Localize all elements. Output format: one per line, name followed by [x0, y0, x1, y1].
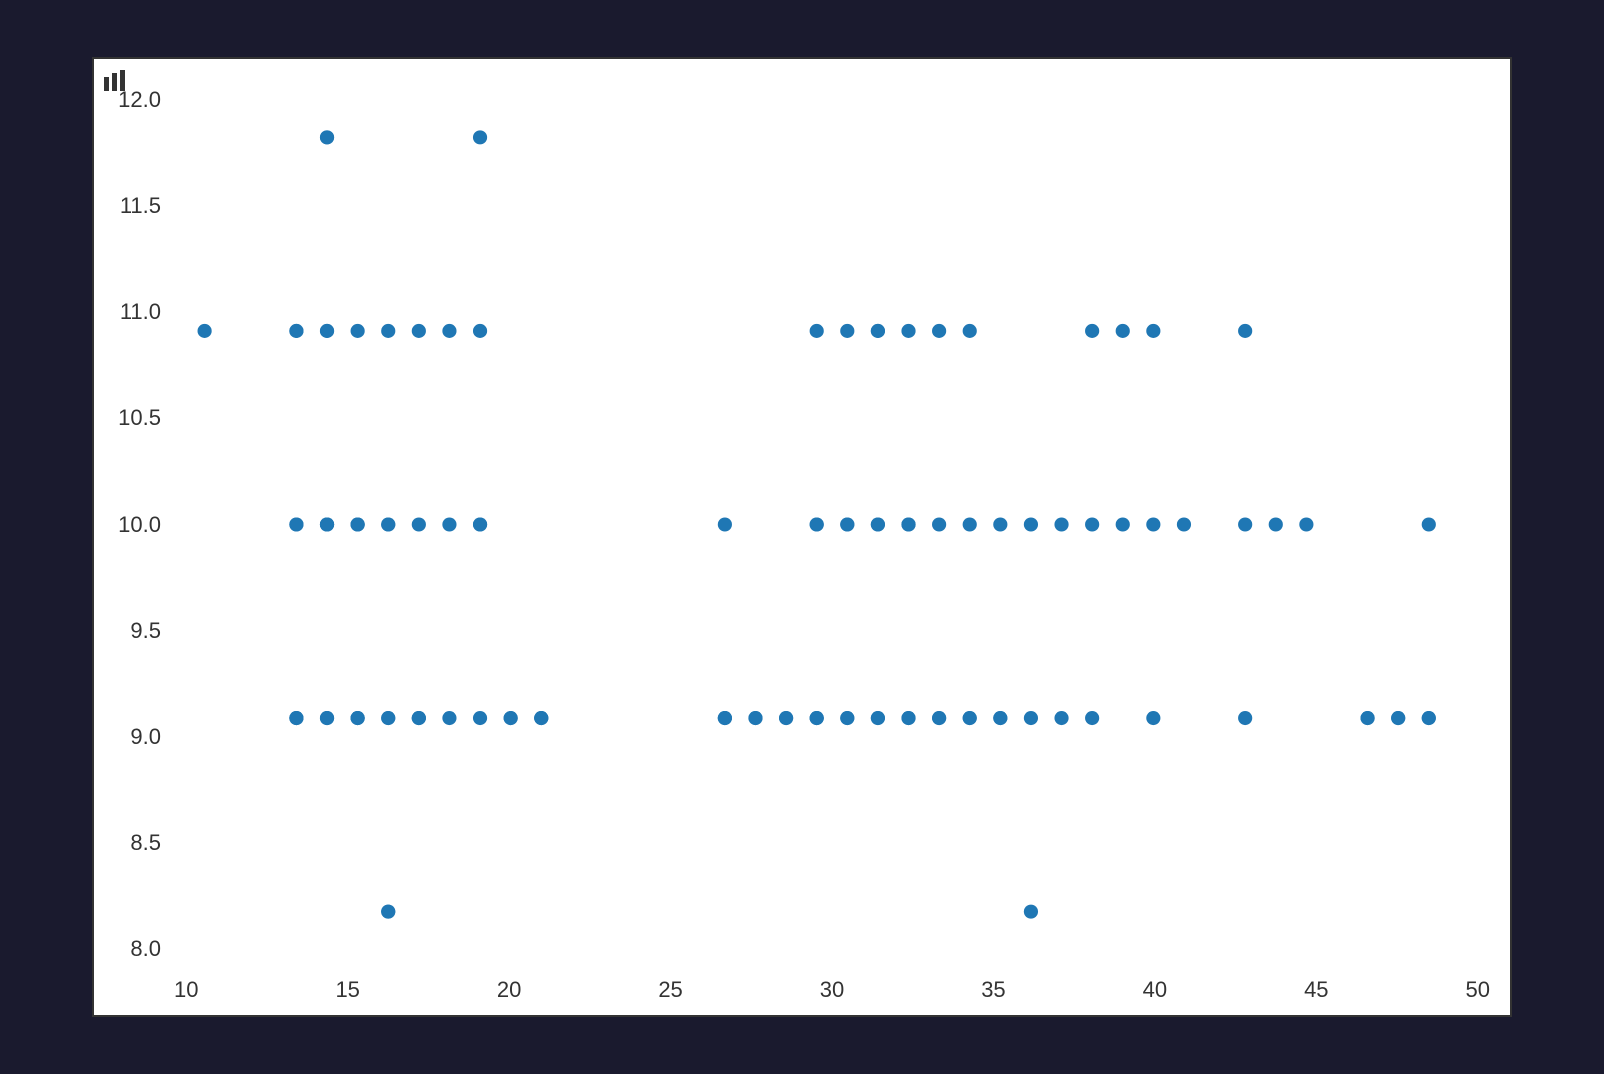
x-label-50: 50 [1466, 977, 1490, 1003]
y-label-9: 9.0 [130, 726, 161, 748]
y-label-8: 8.0 [130, 938, 161, 960]
y-label-9.5: 9.5 [130, 620, 161, 642]
x-label-45: 45 [1304, 977, 1328, 1003]
x-label-20: 20 [497, 977, 521, 1003]
x-label-15: 15 [335, 977, 359, 1003]
x-axis-labels: 10 15 20 25 30 35 40 45 50 [174, 970, 1490, 1010]
y-axis-labels: 12.0 11.5 11.0 10.5 10.0 9.5 9.0 8.5 8.0 [94, 89, 169, 960]
y-label-10.5: 10.5 [118, 407, 161, 429]
x-label-35: 35 [981, 977, 1005, 1003]
y-label-12: 12.0 [118, 89, 161, 111]
y-label-8.5: 8.5 [130, 832, 161, 854]
scatter-plot [174, 89, 1490, 960]
x-label-40: 40 [1143, 977, 1167, 1003]
x-label-30: 30 [820, 977, 844, 1003]
x-label-10: 10 [174, 977, 198, 1003]
chart-container: 12.0 11.5 11.0 10.5 10.0 9.5 9.0 8.5 8.0… [92, 57, 1512, 1017]
y-label-10: 10.0 [118, 514, 161, 536]
x-label-25: 25 [658, 977, 682, 1003]
y-label-11.5: 11.5 [120, 195, 161, 217]
plot-area [174, 89, 1490, 960]
y-label-11: 11.0 [120, 301, 161, 323]
